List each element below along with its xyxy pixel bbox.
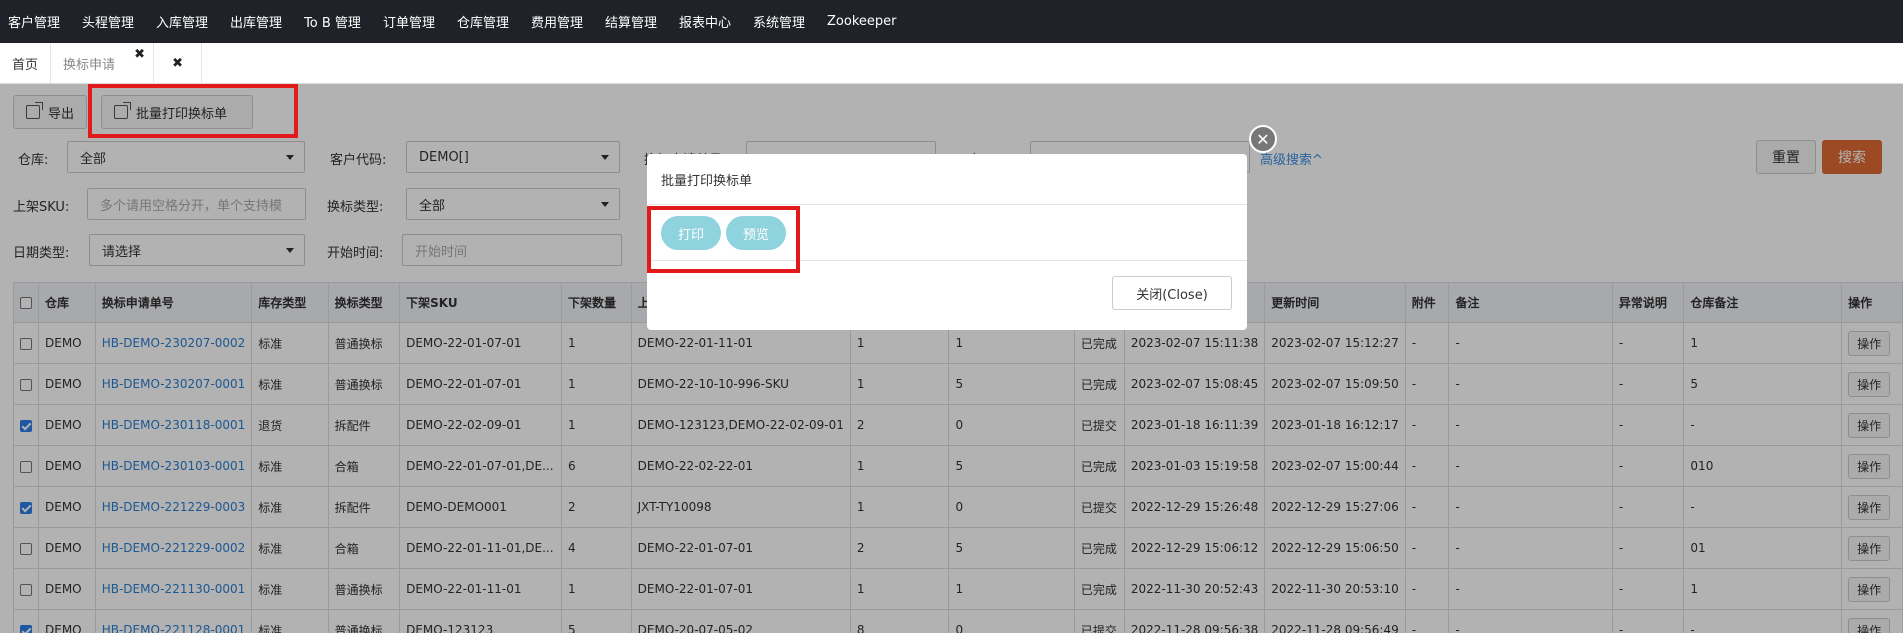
batch-print-dialog: 批量打印换标单 打印 预览 关闭(Close) [647, 154, 1247, 330]
tab-home[interactable]: 首页 [0, 43, 52, 83]
nav-item[interactable]: 客户管理 [0, 12, 74, 31]
nav-item[interactable]: Zookeeper [819, 14, 910, 29]
close-icon[interactable]: ✕ [1249, 125, 1277, 153]
tab-close-icon[interactable]: ✖ [134, 47, 145, 62]
nav-item[interactable]: 头程管理 [74, 12, 148, 31]
top-nav: 客户管理 头程管理 入库管理 出库管理 To B 管理 订单管理 仓库管理 费用管理 结算管理报… [0, 0, 1903, 43]
print-button[interactable]: 打印 [661, 216, 721, 250]
preview-button[interactable]: 预览 [726, 216, 786, 250]
nav-item[interactable]: 结算管理 [597, 12, 671, 31]
tab-active[interactable]: 换标申请 ✖ [51, 43, 155, 83]
nav-item[interactable]: 系统管理 [745, 12, 819, 31]
nav-item[interactable]: 仓库管理 [449, 12, 523, 31]
tab-bar: 首页 换标申请 ✖ ✖ [0, 43, 1903, 84]
nav-item[interactable]: 订单管理 [375, 12, 449, 31]
tab-active-label: 换标申请 [63, 57, 116, 73]
divider [647, 204, 1247, 205]
close-all-tabs-icon[interactable]: ✖ [154, 43, 203, 83]
nav-item[interactable]: 报表中心 [671, 12, 745, 31]
divider [647, 260, 1247, 261]
dialog-title: 批量打印换标单 [661, 174, 753, 189]
nav-item[interactable]: To B 管理 [296, 12, 375, 31]
nav-item[interactable]: 入库管理 [148, 12, 222, 31]
close-dialog-button[interactable]: 关闭(Close) [1112, 276, 1232, 310]
nav-item[interactable]: 出库管理 [222, 12, 296, 31]
tab-home-label: 首页 [12, 57, 39, 73]
nav-item[interactable]: 费用管理 [523, 12, 597, 31]
